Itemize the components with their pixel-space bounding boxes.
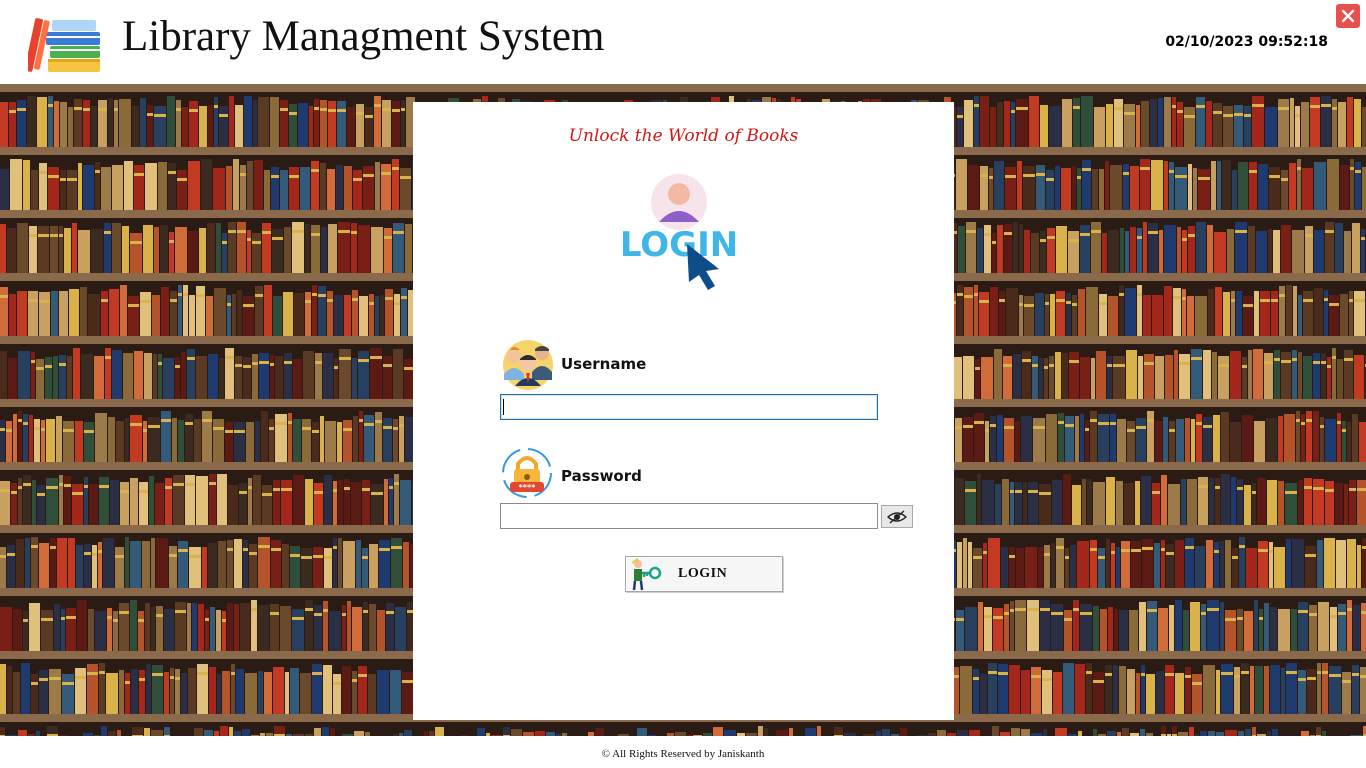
- title-bar: Library Managment System 02/10/2023 09:5…: [0, 0, 1366, 84]
- app-title: Library Managment System: [122, 13, 605, 60]
- close-button[interactable]: [1336, 4, 1360, 28]
- tagline: Unlock the World of Books: [568, 126, 799, 146]
- username-label: Username: [561, 355, 647, 373]
- login-cursor-icon: LOGIN: [620, 174, 738, 290]
- password-input[interactable]: [500, 503, 878, 529]
- username-input[interactable]: [500, 394, 878, 420]
- copyright-text: © All Rights Reserved by Janiskanth: [601, 748, 765, 760]
- books-stack-icon: [28, 18, 100, 72]
- toggle-password-visibility-button[interactable]: [881, 505, 913, 528]
- svg-text:****: ****: [519, 483, 537, 492]
- login-button-label: LOGIN: [678, 566, 728, 581]
- password-label: Password: [561, 467, 642, 485]
- padlock-icon: ****: [502, 448, 552, 498]
- login-button[interactable]: LOGIN: [625, 556, 783, 592]
- text-caret: [503, 399, 504, 415]
- close-icon: [1341, 9, 1355, 23]
- login-panel: Unlock the World of Books LOGIN Username…: [413, 102, 954, 720]
- users-group-icon: [503, 340, 553, 390]
- login-graphic-text: LOGIN: [620, 225, 738, 265]
- datetime-display: 02/10/2023 09:52:18: [1165, 34, 1328, 50]
- key-icon: [631, 558, 662, 591]
- eye-icon: [887, 509, 907, 524]
- footer: © All Rights Reserved by Janiskanth: [0, 736, 1366, 768]
